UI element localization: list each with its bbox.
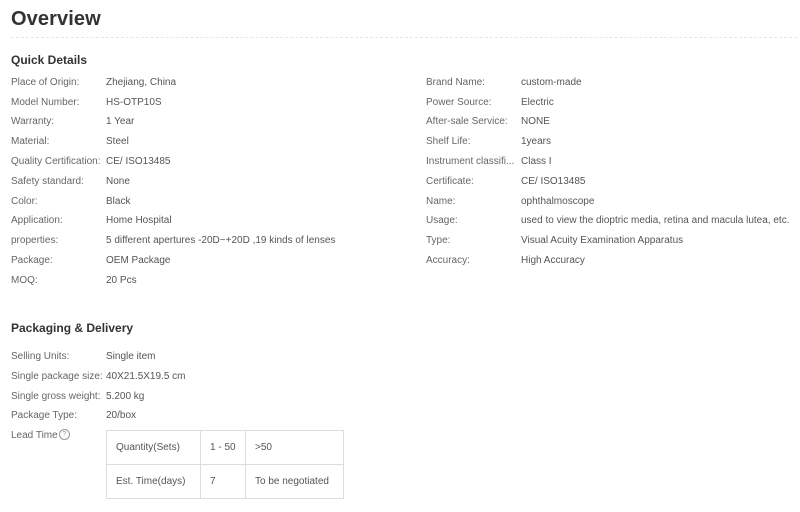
detail-label: Application: <box>11 215 63 226</box>
detail-label: Place of Origin: <box>11 77 80 88</box>
title-divider <box>11 37 797 38</box>
detail-label: Type: <box>426 235 451 246</box>
lead-time-label: Lead Time? <box>11 429 70 442</box>
table-cell: 1 - 50 <box>200 430 246 465</box>
detail-value: 5 different apertures -20D~+20D ,19 kind… <box>106 235 336 246</box>
detail-value: Home Hospital <box>106 215 172 226</box>
detail-label: Shelf Life: <box>426 136 471 147</box>
packaging-label: Single gross weight: <box>11 391 101 402</box>
detail-value: High Accuracy <box>521 255 585 266</box>
detail-label: Warranty: <box>11 116 54 127</box>
detail-label: Accuracy: <box>426 255 470 266</box>
detail-value: CE/ ISO13485 <box>106 156 171 167</box>
detail-label: After-sale Service: <box>426 116 508 127</box>
packaging-value: Single item <box>106 351 156 362</box>
packaging-delivery-heading: Packaging & Delivery <box>11 321 134 335</box>
packaging-label: Selling Units: <box>11 351 70 362</box>
overview-title: Overview <box>11 8 101 30</box>
product-overview: Overview Quick Details Place of Origin: Z… <box>0 0 800 512</box>
detail-label: Instrument classifi... <box>426 156 515 167</box>
table-row: Quantity(Sets) 1 - 50 >50 <box>106 430 344 465</box>
detail-label: Usage: <box>426 215 458 226</box>
packaging-value: 20/box <box>106 410 137 421</box>
table-row: Est. Time(days) 7 To be negotiated <box>106 464 344 499</box>
detail-value: None <box>106 176 130 187</box>
detail-value: Class I <box>521 156 552 167</box>
detail-label: properties: <box>11 235 59 246</box>
detail-value: custom-made <box>521 77 582 88</box>
detail-value: 1years <box>521 136 552 147</box>
detail-label: Power Source: <box>426 97 492 108</box>
detail-label: Package: <box>11 255 53 266</box>
detail-value: Black <box>106 196 131 207</box>
packaging-label: Package Type: <box>11 410 77 421</box>
detail-label: Brand Name: <box>426 77 485 88</box>
table-cell: Quantity(Sets) <box>106 430 201 465</box>
detail-label: Material: <box>11 136 50 147</box>
detail-value: 1 Year <box>106 116 135 127</box>
detail-value: Electric <box>521 97 554 108</box>
detail-value: HS-OTP10S <box>106 97 162 108</box>
detail-value: used to view the dioptric media, retina … <box>521 215 790 226</box>
quick-details-heading: Quick Details <box>11 53 88 67</box>
detail-value: ophthalmoscope <box>521 196 595 207</box>
detail-value: Zhejiang, China <box>106 77 177 88</box>
detail-value: NONE <box>521 116 550 127</box>
detail-label: Model Number: <box>11 97 80 108</box>
detail-label: Certificate: <box>426 176 474 187</box>
packaging-value: 40X21.5X19.5 cm <box>106 371 186 382</box>
table-cell: 7 <box>200 464 246 499</box>
packaging-value: 5.200 kg <box>106 391 145 402</box>
detail-value: Steel <box>106 136 129 147</box>
detail-label: Quality Certification: <box>11 156 101 167</box>
detail-label: Color: <box>11 196 38 207</box>
help-icon[interactable]: ? <box>58 429 70 440</box>
lead-time-table: Quantity(Sets) 1 - 50 >50 Est. Time(days… <box>106 430 344 499</box>
detail-value: OEM Package <box>106 255 171 266</box>
detail-label: MOQ: <box>11 275 38 286</box>
detail-value: Visual Acuity Examination Apparatus <box>521 235 684 246</box>
table-cell: Est. Time(days) <box>106 464 201 499</box>
table-cell: To be negotiated <box>245 464 344 499</box>
detail-value: 20 Pcs <box>106 275 137 286</box>
detail-value: CE/ ISO13485 <box>521 176 586 187</box>
detail-label: Name: <box>426 196 456 207</box>
packaging-label: Single package size: <box>11 371 103 382</box>
lead-time-text: Lead Time <box>11 430 58 442</box>
detail-label: Safety standard: <box>11 176 84 187</box>
table-cell: >50 <box>245 430 344 465</box>
